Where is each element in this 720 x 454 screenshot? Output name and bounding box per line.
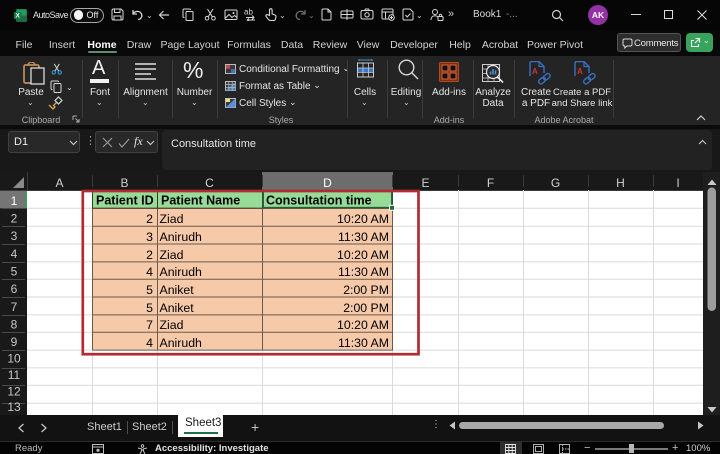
svg-text:11: 11 [8, 368, 21, 382]
svg-text:ab: ab [244, 8, 253, 17]
svg-text:Patient ID: Patient ID [96, 194, 154, 208]
svg-text:A: A [55, 176, 63, 190]
svg-text:Ziad: Ziad [160, 248, 184, 262]
svg-text:11:30 AM: 11:30 AM [338, 230, 389, 244]
svg-text:2: 2 [146, 212, 153, 226]
svg-text:Anirudh: Anirudh [160, 336, 203, 350]
svg-text:G: G [551, 176, 560, 190]
svg-text:Aniket: Aniket [160, 283, 195, 297]
svg-text:D: D [323, 176, 332, 190]
svg-text:3: 3 [11, 229, 18, 243]
svg-text:X: X [16, 13, 21, 20]
svg-text:1: 1 [11, 194, 18, 208]
svg-text:12: 12 [7, 385, 21, 399]
svg-text:I: I [676, 176, 679, 190]
svg-text:2:00 PM: 2:00 PM [343, 301, 389, 315]
svg-text:2: 2 [11, 212, 18, 226]
svg-text:4: 4 [146, 265, 153, 279]
svg-text:5: 5 [146, 283, 153, 297]
svg-text:10:20 AM: 10:20 AM [337, 212, 389, 226]
svg-text:H: H [616, 176, 625, 190]
svg-text:Ziad: Ziad [160, 212, 184, 226]
svg-text:Anirudh: Anirudh [160, 265, 203, 279]
svg-text:4: 4 [146, 336, 153, 350]
svg-text:Aniket: Aniket [160, 301, 195, 315]
svg-text:A: A [532, 67, 538, 76]
svg-text:11:30 AM: 11:30 AM [338, 265, 389, 279]
svg-text:Ziad: Ziad [160, 318, 184, 332]
svg-text:11:30 AM: 11:30 AM [338, 336, 389, 350]
svg-text:3: 3 [146, 230, 153, 244]
svg-text:8: 8 [11, 318, 18, 332]
svg-text:E: E [421, 176, 429, 190]
svg-text:Anirudh: Anirudh [160, 230, 203, 244]
svg-text:7: 7 [146, 318, 153, 332]
svg-text:Patient Name: Patient Name [161, 194, 240, 208]
svg-text:2:00 PM: 2:00 PM [343, 283, 389, 297]
svg-text:5: 5 [11, 265, 18, 279]
svg-text:5: 5 [146, 301, 153, 315]
svg-text:B: B [120, 176, 128, 190]
svg-text:7: 7 [11, 300, 18, 314]
svg-text:F: F [487, 176, 494, 190]
svg-text:13: 13 [7, 400, 21, 414]
svg-text:10:20 AM: 10:20 AM [337, 248, 389, 262]
svg-text:6: 6 [11, 282, 18, 296]
svg-text:10:20 AM: 10:20 AM [337, 318, 389, 332]
svg-text:Consultation time: Consultation time [266, 194, 372, 208]
svg-text:10: 10 [7, 352, 21, 366]
svg-text:2: 2 [146, 248, 153, 262]
svg-text:4: 4 [11, 247, 18, 261]
svg-text:C: C [205, 176, 214, 190]
svg-text:A: A [577, 67, 583, 76]
svg-text:9: 9 [11, 335, 18, 349]
